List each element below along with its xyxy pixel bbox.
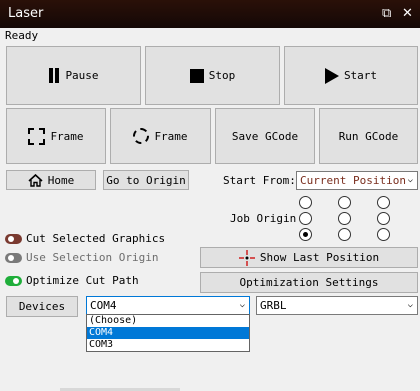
- show-last-position-button[interactable]: Show Last Position: [200, 247, 418, 268]
- port-option-com3[interactable]: COM3: [87, 339, 249, 351]
- chevron-down-icon: ⌵: [239, 300, 245, 310]
- home-button[interactable]: Home: [6, 170, 96, 190]
- optimize-cut-path-label: Optimize Cut Path: [26, 274, 139, 287]
- start-button[interactable]: Start: [284, 46, 418, 105]
- home-label: Home: [47, 173, 75, 187]
- close-icon[interactable]: ✕: [402, 6, 413, 21]
- chevron-down-icon: ⌵: [407, 300, 413, 310]
- optimize-cut-path-toggle[interactable]: [5, 276, 22, 286]
- pause-label: Pause: [65, 69, 99, 82]
- use-selection-origin-toggle: [5, 253, 22, 263]
- stop-label: Stop: [208, 69, 236, 82]
- job-origin-top-right[interactable]: [377, 196, 390, 209]
- port-dropdown-list: (Choose) COM4 COM3: [86, 314, 250, 352]
- job-origin-middle-right[interactable]: [377, 212, 390, 225]
- restore-icon[interactable]: ⧉: [382, 6, 391, 21]
- chevron-down-icon: ⌵: [407, 175, 413, 185]
- home-icon: [28, 173, 43, 187]
- port-option-choose[interactable]: (Choose): [87, 315, 249, 327]
- play-icon: [324, 67, 339, 84]
- cut-selected-label: Cut Selected Graphics: [26, 232, 166, 245]
- crosshair-icon: [238, 249, 255, 266]
- window-title: Laser: [8, 6, 44, 21]
- job-origin-bottom-right[interactable]: [377, 228, 390, 241]
- pause-icon: [48, 68, 60, 83]
- status-text: Ready: [5, 29, 39, 42]
- devices-button[interactable]: Devices: [6, 296, 78, 317]
- port-select[interactable]: COM4 ⌵: [86, 296, 250, 315]
- start-from-label: Start From:: [223, 174, 296, 187]
- use-selection-origin-label: Use Selection Origin: [26, 251, 159, 264]
- frame-rect-button[interactable]: Frame: [6, 108, 106, 164]
- port-select-value: COM4: [90, 299, 117, 312]
- controller-select-value: GRBL: [260, 299, 287, 312]
- job-origin-center[interactable]: [338, 212, 351, 225]
- save-gcode-button[interactable]: Save GCode: [215, 108, 315, 164]
- job-origin-middle-left[interactable]: [299, 212, 312, 225]
- pause-button[interactable]: Pause: [6, 46, 141, 105]
- title-bar: Laser ⧉ ✕: [0, 0, 420, 28]
- go-to-origin-button[interactable]: Go to Origin: [103, 170, 189, 190]
- start-label: Start: [343, 69, 378, 82]
- show-last-position-label: Show Last Position: [259, 251, 380, 264]
- port-option-com4[interactable]: COM4: [87, 327, 249, 339]
- frame-circle-button[interactable]: Frame: [110, 108, 211, 164]
- cut-selected-toggle[interactable]: [5, 234, 22, 244]
- job-origin-top-center[interactable]: [338, 196, 351, 209]
- job-origin-label: Job Origin: [230, 212, 297, 225]
- stop-button[interactable]: Stop: [145, 46, 280, 105]
- job-origin-bottom-left[interactable]: [299, 228, 312, 241]
- frame-circle-label: Frame: [154, 129, 188, 143]
- stop-icon: [189, 68, 204, 83]
- frame-rect-label: Frame: [50, 129, 84, 143]
- job-origin-bottom-center[interactable]: [338, 228, 351, 241]
- optimization-settings-button[interactable]: Optimization Settings: [200, 272, 418, 293]
- frame-rect-icon: [28, 127, 46, 145]
- job-origin-top-left[interactable]: [299, 196, 312, 209]
- start-from-select[interactable]: Current Position ⌵: [296, 171, 418, 190]
- frame-circle-icon: [133, 128, 150, 144]
- start-from-value: Current Position: [300, 174, 406, 187]
- controller-select[interactable]: GRBL ⌵: [256, 296, 418, 315]
- run-gcode-button[interactable]: Run GCode: [319, 108, 418, 164]
